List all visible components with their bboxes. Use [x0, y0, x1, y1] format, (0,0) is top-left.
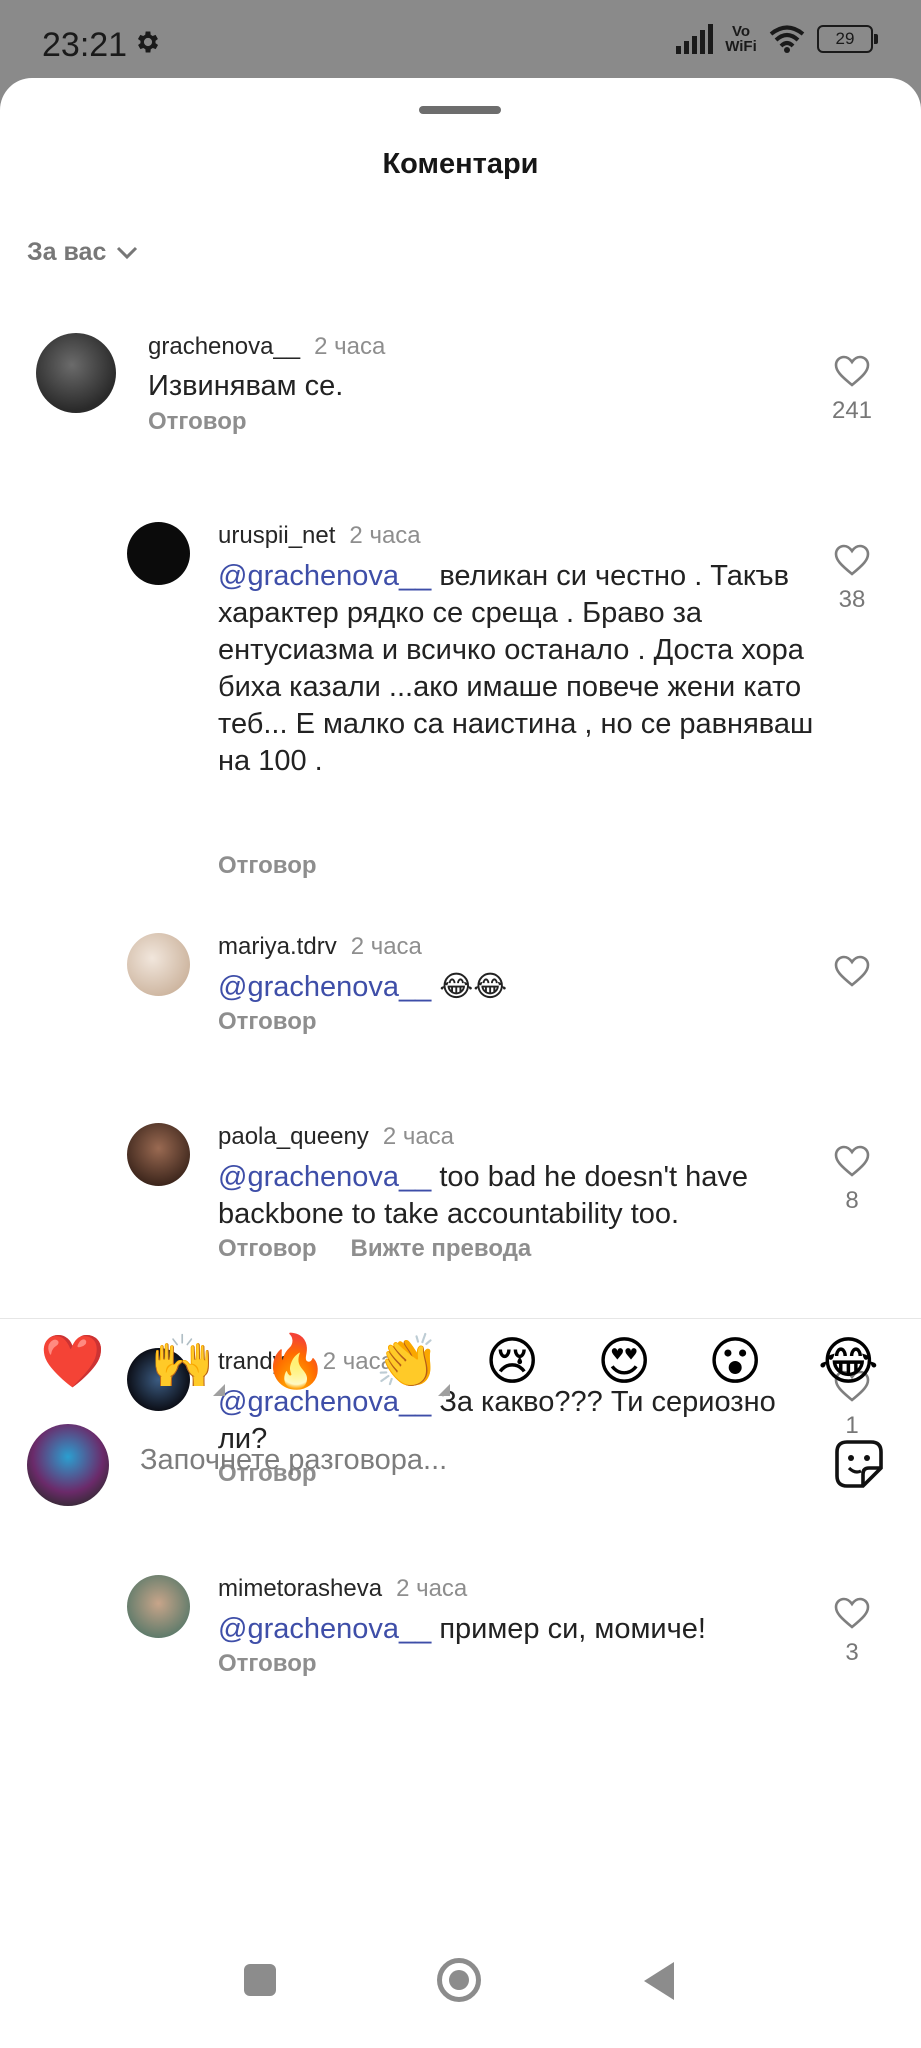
sticker-icon[interactable] — [833, 1438, 885, 1490]
heart-icon — [834, 1597, 870, 1629]
comment-composer: Започнете разговора... — [0, 1418, 921, 1508]
comment-text: Извинявам се. — [148, 368, 748, 405]
reaction-laugh[interactable]: 😂 — [818, 1332, 879, 1392]
system-nav-bar — [0, 1938, 921, 2018]
comment-time: 2 часа — [396, 1575, 468, 1602]
comment-header: grachenova__ 2 часа — [148, 333, 385, 361]
like-count: 8 — [845, 1187, 859, 1214]
drag-handle[interactable] — [419, 106, 501, 114]
comment-text: @grachenova__ пример си, момиче! — [218, 1611, 818, 1648]
comment-username[interactable]: uruspii_net — [218, 522, 335, 549]
comment-time: 2 часа — [314, 333, 386, 360]
like-count: 38 — [838, 586, 866, 613]
avatar[interactable] — [127, 1123, 190, 1186]
like-count: 241 — [831, 397, 873, 424]
like-count: 3 — [845, 1639, 859, 1666]
reaction-fire[interactable]: 🔥 — [263, 1332, 328, 1392]
comment-actions: Отговор — [218, 852, 351, 880]
heart-icon — [834, 955, 870, 987]
comment-header: mimetorasheva 2 часа — [218, 1575, 467, 1603]
comment-text: @grachenova__ великан си честно . Такъв … — [218, 558, 818, 780]
reaction-raised-hands[interactable]: 🙌 — [150, 1332, 225, 1396]
comment-actions: Отговор Вижте превода — [218, 1235, 565, 1263]
mention-link[interactable]: @grachenova__ — [218, 1613, 431, 1645]
comment-time: 2 часа — [350, 933, 422, 960]
sort-dropdown[interactable]: За вас — [27, 238, 138, 267]
reaction-clap[interactable]: 👏 — [375, 1332, 450, 1396]
sheet-title: Коментари — [382, 148, 539, 180]
wifi-icon — [769, 25, 805, 53]
status-bar: 23:21 Vo WiFi 29 — [0, 0, 921, 84]
avatar[interactable] — [36, 333, 116, 413]
vowifi-label: Vo WiFi — [725, 23, 757, 55]
like-button[interactable]: 8 — [827, 1145, 877, 1215]
reaction-heart[interactable]: ❤️ — [40, 1332, 105, 1392]
comment-header: paola_queeny 2 часа — [218, 1123, 454, 1151]
comment-actions: Отговор — [148, 408, 281, 436]
like-button[interactable]: 3 — [827, 1597, 877, 1667]
comment-text: @grachenova__ too bad he doesn't have ba… — [218, 1159, 818, 1233]
comment-body: 😂😂 — [431, 971, 508, 1003]
skin-tone-indicator — [437, 1384, 450, 1396]
reply-button[interactable]: Отговор — [218, 1008, 317, 1035]
avatar[interactable] — [127, 1575, 190, 1638]
comment-header: mariya.tdrv 2 часа — [218, 933, 422, 961]
reaction-cry[interactable]: 😢 — [485, 1332, 539, 1392]
like-button[interactable]: 241 — [827, 355, 877, 425]
comment-body: пример си, момиче! — [431, 1613, 706, 1645]
chevron-down-icon — [117, 246, 138, 259]
comment-username[interactable]: mimetorasheva — [218, 1575, 382, 1602]
battery-icon: 29 — [817, 25, 878, 53]
divider — [0, 1318, 921, 1319]
comments-sheet: Коментари За вас grachenova__ 2 часа Изви… — [0, 78, 921, 2048]
mention-link[interactable]: @grachenova__ — [218, 1161, 431, 1193]
comment-actions: Отговор — [218, 1008, 351, 1036]
reply-button[interactable]: Отговор — [218, 1650, 317, 1677]
settings-gear-icon — [137, 31, 159, 53]
avatar[interactable] — [127, 933, 190, 996]
back-button[interactable] — [644, 1962, 674, 2000]
avatar — [27, 1424, 109, 1506]
mention-link[interactable]: @grachenova__ — [218, 560, 431, 592]
comment-body: Извинявам се. — [148, 370, 344, 402]
status-icons: Vo WiFi 29 — [676, 23, 878, 55]
mention-link[interactable]: @grachenova__ — [218, 971, 431, 1003]
recent-apps-button[interactable] — [244, 1964, 276, 1996]
heart-icon — [834, 355, 870, 387]
comment-username[interactable]: mariya.tdrv — [218, 933, 337, 960]
comment-username[interactable]: grachenova__ — [148, 333, 300, 360]
see-translation-button[interactable]: Вижте превода — [351, 1235, 532, 1262]
comment-actions: Отговор — [218, 1650, 351, 1678]
comment-input[interactable]: Започнете разговора... — [140, 1444, 447, 1477]
status-time: 23:21 — [42, 26, 128, 64]
comment-body: великан си честно . Такъв характер рядко… — [218, 560, 814, 777]
skin-tone-indicator — [212, 1384, 225, 1396]
comment-text: @grachenova__ 😂😂 — [218, 969, 818, 1006]
reply-button[interactable]: Отговор — [218, 852, 317, 879]
reaction-bar: ❤️ 🙌 🔥 👏 😢 😍 😮 😂 — [0, 1332, 921, 1402]
like-button[interactable]: 38 — [827, 544, 877, 614]
reply-button[interactable]: Отговор — [218, 1235, 317, 1262]
heart-icon — [834, 1145, 870, 1177]
avatar[interactable] — [127, 522, 190, 585]
home-button[interactable] — [437, 1958, 481, 2002]
comment-username[interactable]: paola_queeny — [218, 1123, 369, 1150]
signal-icon — [676, 24, 713, 54]
heart-icon — [834, 544, 870, 576]
comment-header: uruspii_net 2 часа — [218, 522, 421, 550]
comment-time: 2 часа — [349, 522, 421, 549]
like-button[interactable] — [827, 955, 877, 997]
reaction-heart-eyes[interactable]: 😍 — [597, 1332, 651, 1392]
reaction-clap-glyph: 👏 — [375, 1333, 440, 1391]
reaction-surprised[interactable]: 😮 — [708, 1332, 762, 1392]
comment-time: 2 часа — [382, 1123, 455, 1150]
sort-label: За вас — [27, 238, 107, 266]
reaction-raised-hands-glyph: 🙌 — [150, 1333, 215, 1391]
reply-button[interactable]: Отговор — [148, 408, 247, 435]
